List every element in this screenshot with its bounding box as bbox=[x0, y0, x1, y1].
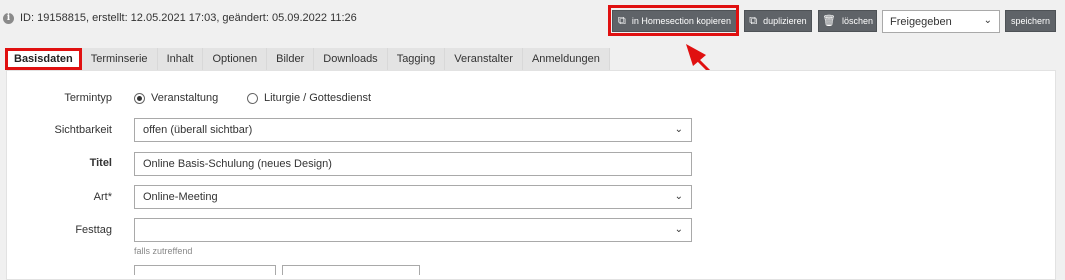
art-value: Online-Meeting bbox=[143, 191, 218, 203]
tab-bar: Basisdaten Terminserie Inhalt Optionen B… bbox=[5, 48, 610, 70]
radio-unselected-icon bbox=[247, 92, 258, 104]
titel-value: Online Basis-Schulung (neues Design) bbox=[143, 158, 332, 170]
festtag-hint: falls zutreffend bbox=[134, 246, 193, 256]
date-input-start[interactable] bbox=[134, 265, 276, 275]
festtag-select[interactable]: ⌄ bbox=[134, 218, 692, 242]
date-input-end[interactable] bbox=[282, 265, 420, 275]
termintyp-label: Termintyp bbox=[64, 92, 112, 104]
tab-tagging[interactable]: Tagging bbox=[387, 48, 446, 70]
tab-bilder[interactable]: Bilder bbox=[267, 48, 315, 70]
art-select[interactable]: Online-Meeting ⌄ bbox=[134, 185, 692, 209]
tab-veranstalter[interactable]: Veranstalter bbox=[445, 48, 523, 70]
titel-input[interactable]: Online Basis-Schulung (neues Design) bbox=[134, 152, 692, 176]
chevron-down-icon: ⌄ bbox=[674, 224, 683, 235]
tab-optionen[interactable]: Optionen bbox=[203, 48, 268, 70]
sichtbarkeit-label: Sichtbarkeit bbox=[54, 124, 112, 136]
festtag-label: Festtag bbox=[75, 224, 112, 236]
tab-inhalt[interactable]: Inhalt bbox=[157, 48, 204, 70]
tab-basisdaten[interactable]: Basisdaten bbox=[5, 48, 82, 70]
radio-veranstaltung[interactable]: Veranstaltung bbox=[134, 92, 218, 104]
tab-anmeldungen[interactable]: Anmeldungen bbox=[522, 48, 610, 70]
chevron-down-icon: ⌄ bbox=[674, 124, 683, 135]
radio-veranstaltung-label: Veranstaltung bbox=[151, 92, 219, 104]
chevron-down-icon: ⌄ bbox=[674, 191, 683, 202]
radio-liturgie-label: Liturgie / Gottesdienst bbox=[264, 92, 372, 104]
sichtbarkeit-value: offen (überall sichtbar) bbox=[143, 124, 253, 136]
tab-downloads[interactable]: Downloads bbox=[314, 48, 388, 70]
tab-terminserie[interactable]: Terminserie bbox=[81, 48, 158, 70]
art-label: Art* bbox=[93, 191, 112, 203]
radio-selected-icon bbox=[134, 92, 145, 104]
titel-label: Titel bbox=[89, 157, 112, 169]
radio-liturgie[interactable]: Liturgie / Gottesdienst bbox=[247, 92, 371, 104]
sichtbarkeit-select[interactable]: offen (überall sichtbar) ⌄ bbox=[134, 118, 692, 142]
